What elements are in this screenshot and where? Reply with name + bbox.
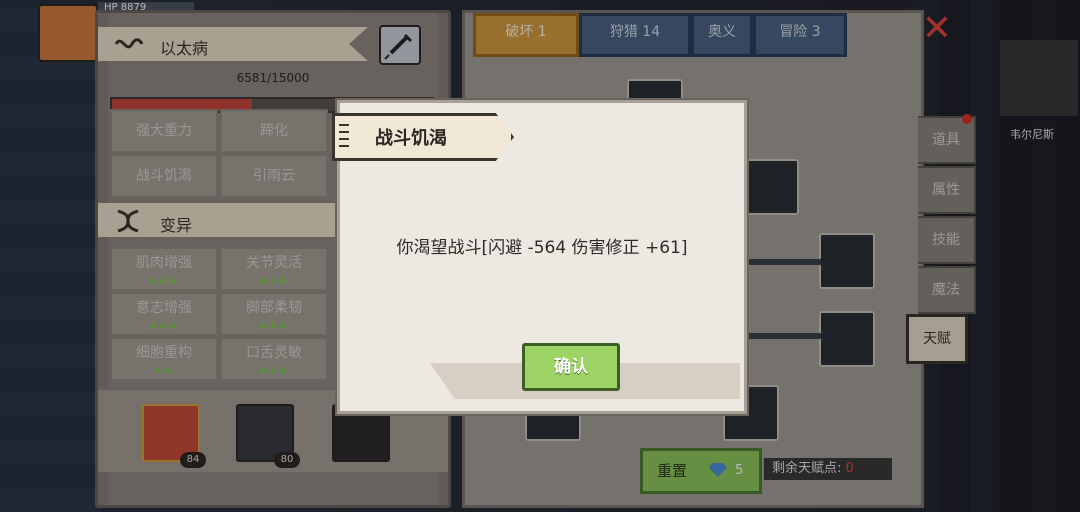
dialog-title: 战斗饥渴 — [375, 128, 447, 149]
dialog-title-banner: 战斗饥渴 — [332, 113, 514, 161]
confirm-button[interactable]: 确认 — [522, 343, 620, 391]
talent-detail-dialog: 战斗饥渴 你渴望战斗[闪避 -564 伤害修正 +61] 确认 — [332, 100, 747, 414]
notebook-spiral-icon — [339, 124, 349, 147]
dialog-description: 你渴望战斗[闪避 -564 伤害修正 +61] — [396, 238, 688, 258]
